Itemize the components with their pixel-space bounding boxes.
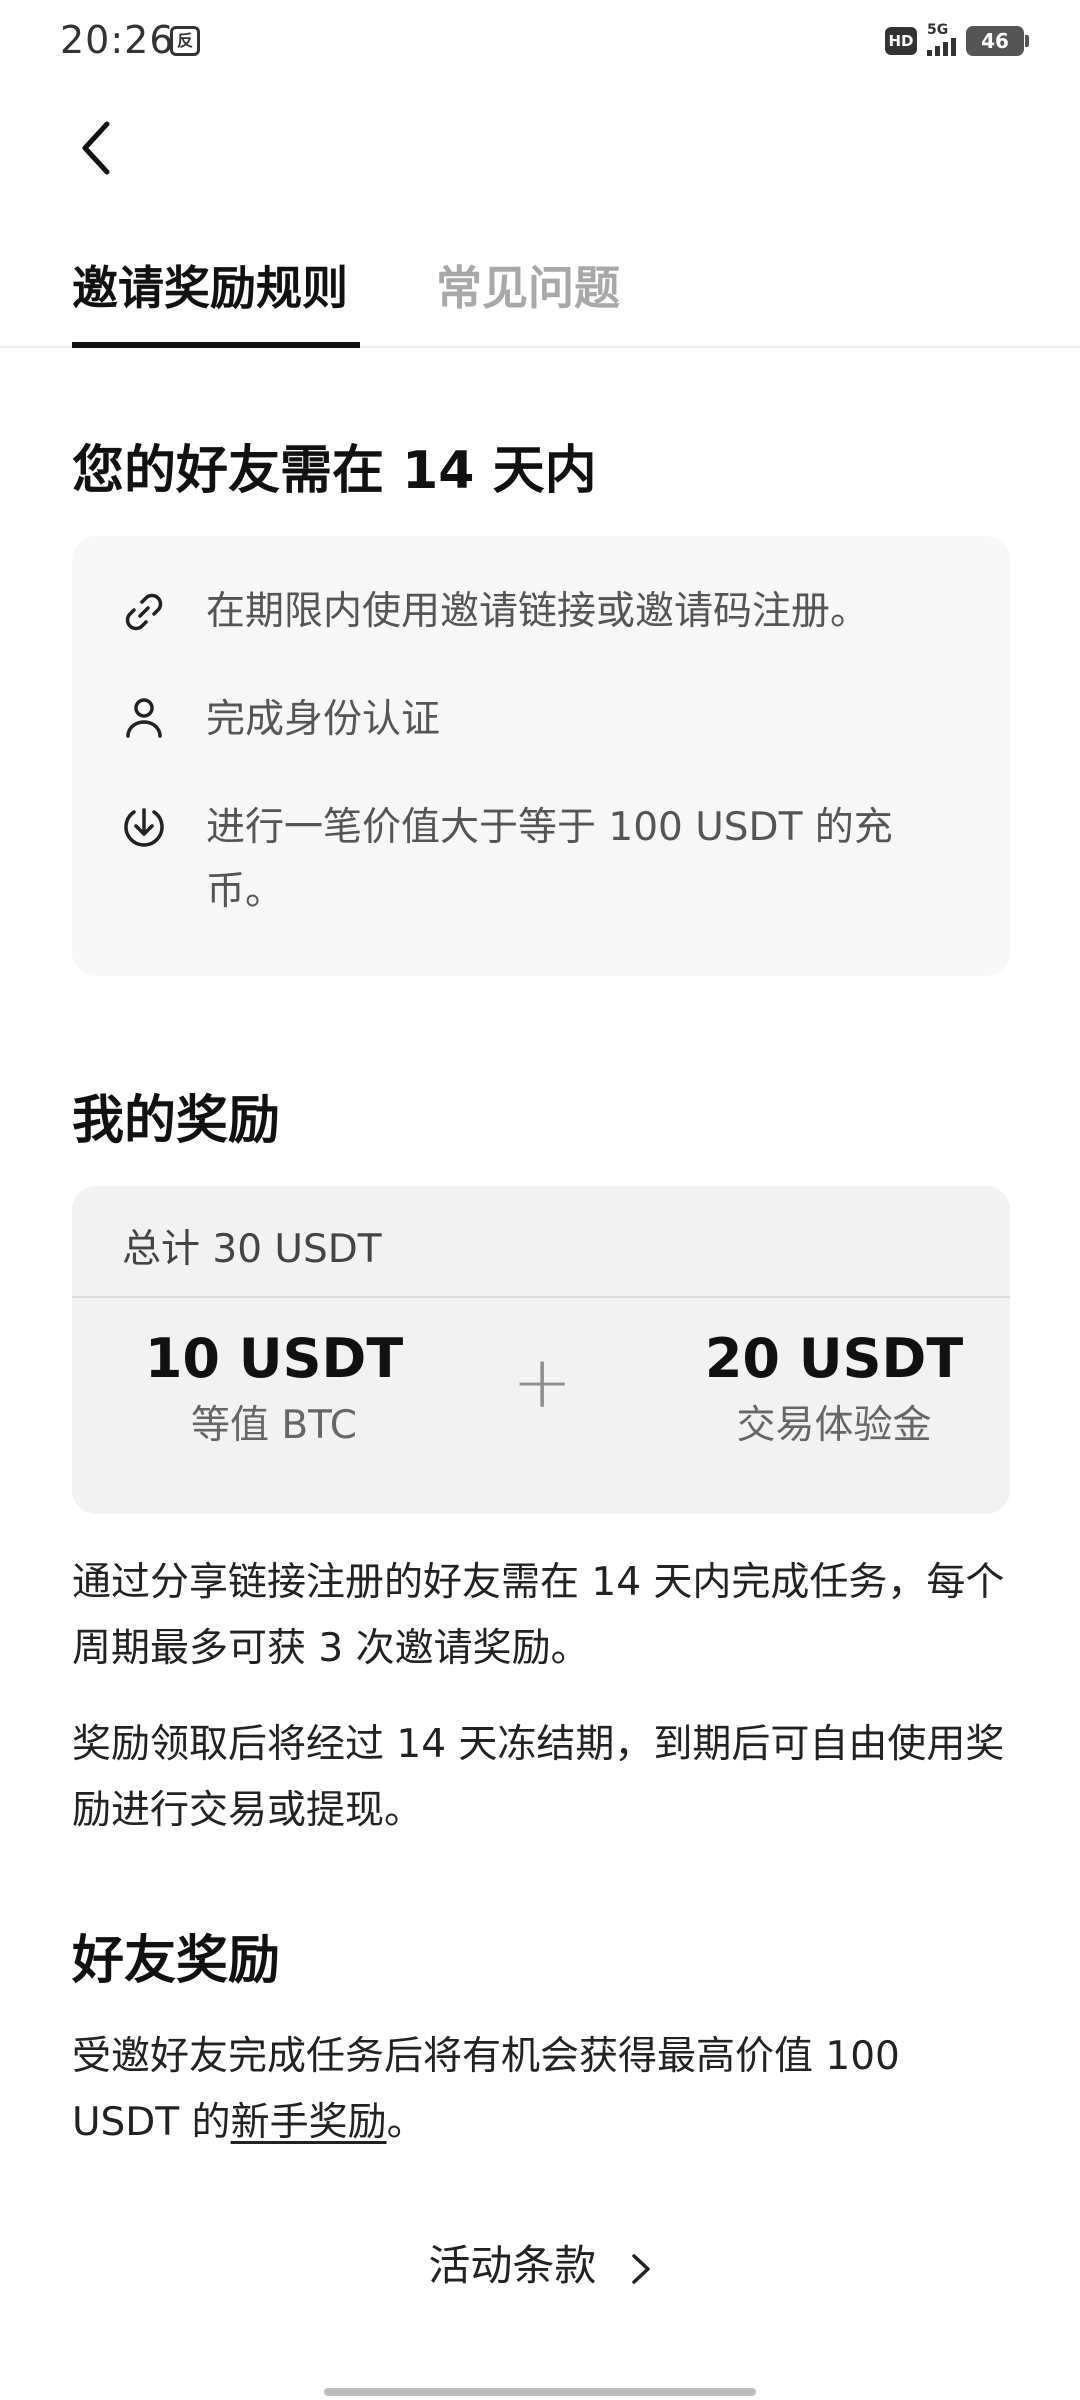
battery-icon: 46	[966, 26, 1029, 56]
new-user-rewards-link[interactable]: 新手奖励	[231, 2100, 387, 2145]
reward-rule-text: 通过分享链接注册的好友需在 14 天内完成任务，每个周期最多可获 3 次邀请奖励…	[72, 1560, 1005, 1671]
step-deposit-text: 进行一笔价值大于等于 100 USDT 的充币。	[206, 805, 893, 914]
plus-icon: +	[512, 1340, 573, 1424]
network-type-label: 5G	[927, 22, 949, 38]
reward-btc-amount: 10 USDT	[144, 1327, 404, 1390]
reward-trial-desc: 交易体验金	[736, 1403, 932, 1448]
tab-invite-rules[interactable]: 邀请奖励规则	[72, 252, 348, 318]
status-bar: 20:26 反 HD 5G 46	[0, 0, 1080, 80]
requirements-card: 在期限内使用邀请链接或邀请码注册。 完成身份认证 进行一笔价值大于等于 100 …	[72, 536, 1010, 976]
back-button[interactable]	[66, 112, 126, 184]
step-register-text: 在期限内使用邀请链接或邀请码注册。	[206, 589, 870, 634]
reward-summary-card: 总计 30 USDT 10 USDT 等值 BTC + 20 USDT 交易体验…	[72, 1186, 1010, 1514]
chevron-left-icon	[82, 121, 110, 175]
user-icon	[126, 698, 162, 738]
divider	[72, 1296, 1010, 1298]
status-time: 20:26	[60, 18, 175, 62]
friend-rewards-period: 。	[386, 2100, 426, 2145]
friend-rewards-text: 受邀好友完成任务后将有机会获得最高价值 100 USDT 的新手奖励。	[72, 2024, 1008, 2156]
requirements-title: 您的好友需在 14 天内	[72, 441, 597, 501]
step-verify-text: 完成身份认证	[206, 697, 441, 742]
terms-label: 活动条款	[428, 2241, 597, 2290]
friend-rewards-title: 好友奖励	[72, 1931, 281, 1991]
reward-trial-amount: 20 USDT	[704, 1327, 964, 1390]
hd-icon: HD	[885, 27, 917, 55]
chevron-right-icon	[631, 2253, 650, 2284]
signal-icon: 5G	[927, 22, 956, 56]
notification-app-icon: 反	[170, 26, 200, 56]
terms-link[interactable]: 活动条款	[0, 2232, 1080, 2293]
my-rewards-title: 我的奖励	[72, 1091, 281, 1151]
deposit-icon	[124, 808, 164, 847]
friend-rewards-desc: 受邀好友完成任务后将有机会获得最高价值 100 USDT 的	[72, 2034, 900, 2145]
home-indicator[interactable]	[324, 2388, 756, 2396]
freeze-rule-text: 奖励领取后将经过 14 天冻结期，到期后可自由使用奖励进行交易或提现。	[72, 1722, 1005, 1833]
active-tab-indicator	[72, 342, 360, 348]
reward-total: 总计 30 USDT	[122, 1227, 382, 1272]
reward-btc-desc: 等值 BTC	[191, 1403, 357, 1448]
reward-btc: 10 USDT 等值 BTC	[94, 1324, 454, 1454]
reward-trial-fund: 20 USDT 交易体验金	[654, 1324, 1010, 1454]
tab-bar: 邀请奖励规则 常见问题	[0, 240, 1080, 348]
tab-faq[interactable]: 常见问题	[436, 252, 620, 318]
status-indicators: HD 5G 46	[885, 22, 1029, 58]
link-icon	[125, 593, 163, 631]
